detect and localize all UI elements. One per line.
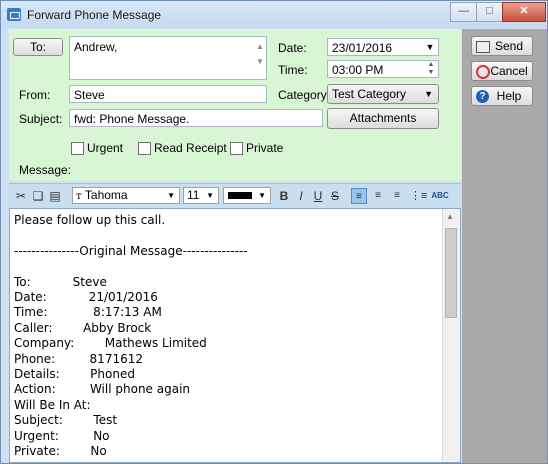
message-line: Urgent: No: [14, 428, 110, 443]
message-line: ---------------Original Message---------…: [14, 243, 248, 258]
bullet-list-icon[interactable]: ⋮≡: [410, 188, 427, 204]
font-size-chevron-icon: ▼: [206, 191, 214, 200]
message-editor[interactable]: Please follow up this call. ------------…: [9, 208, 461, 463]
close-icon[interactable]: ✕: [502, 2, 546, 22]
message-line: Phone: 8171612: [14, 351, 143, 366]
align-right-icon[interactable]: ≡: [389, 188, 405, 204]
align-left-icon[interactable]: ≡: [351, 188, 367, 204]
app-icon: [7, 8, 21, 21]
underline-button[interactable]: U: [311, 188, 325, 204]
message-line: [14, 259, 248, 274]
help-icon: ?: [476, 90, 489, 103]
font-color-select[interactable]: ▼: [223, 187, 271, 204]
scrollbar-thumb[interactable]: [445, 228, 457, 318]
category-value: Test Category: [332, 87, 407, 101]
send-label: Send: [494, 39, 524, 53]
send-icon: [476, 41, 490, 53]
message-line: Company: Mathews Limited: [14, 336, 207, 351]
italic-button[interactable]: I: [294, 188, 308, 204]
cancel-icon: [476, 65, 490, 79]
maximize-icon[interactable]: □: [476, 2, 503, 22]
time-spinner-icon[interactable]: ▲ ▼: [424, 61, 438, 77]
message-line: Time: 8:17:13 AM: [14, 305, 162, 320]
paste-icon[interactable]: ▤: [48, 188, 62, 204]
message-line: [14, 228, 248, 243]
scroll-up-arrow-icon[interactable]: ▲: [446, 212, 454, 221]
urgent-label: Urgent: [87, 141, 124, 155]
message-label: Message:: [19, 163, 72, 177]
date-label: Date:: [278, 41, 307, 55]
formatting-toolbar: ✂ ❏ ▤ т Tahoma ▼ 11 ▼ ▼ B I U S ≡ ≡ ≡ ⋮≡…: [9, 183, 461, 208]
category-select[interactable]: Test Category ▼: [327, 84, 439, 104]
font-name-chevron-icon: ▼: [167, 191, 175, 200]
time-field[interactable]: 03:00 PM: [327, 60, 439, 78]
help-button[interactable]: ? Help: [471, 86, 533, 106]
font-name-select[interactable]: т Tahoma ▼: [72, 187, 180, 204]
align-center-icon[interactable]: ≡: [370, 188, 386, 204]
strikethrough-button[interactable]: S: [328, 188, 342, 204]
subject-field[interactable]: fwd: Phone Message.: [69, 109, 323, 127]
time-label: Time:: [278, 63, 308, 77]
date-dropdown-icon[interactable]: ▼: [422, 39, 438, 55]
font-icon: т: [76, 191, 82, 202]
send-button[interactable]: Send: [471, 36, 533, 56]
cancel-label: Cancel: [490, 64, 528, 78]
scroll-up-icon[interactable]: ▲: [254, 39, 266, 54]
cancel-button[interactable]: Cancel: [471, 61, 533, 81]
message-line: Subject: Test: [14, 413, 118, 428]
message-body[interactable]: Please follow up this call. ------------…: [14, 213, 248, 460]
message-line: Date: 21/01/2016: [14, 290, 158, 305]
private-label: Private: [246, 141, 284, 155]
read-receipt-label: Read Receipt: [154, 141, 227, 155]
spellcheck-icon[interactable]: ABC: [431, 188, 449, 204]
from-field[interactable]: Steve: [69, 85, 267, 103]
message-line: Will Be In At:: [14, 397, 91, 412]
attachments-button[interactable]: Attachments: [327, 108, 439, 129]
help-label: Help: [496, 89, 522, 103]
message-line: Caller: Abby Brock: [14, 320, 152, 335]
from-label: From:: [19, 88, 51, 102]
category-label: Category:: [278, 88, 331, 102]
chevron-down-icon: ▼: [424, 89, 433, 99]
bold-button[interactable]: B: [277, 188, 291, 204]
to-field[interactable]: Andrew,: [69, 36, 267, 80]
minimize-icon[interactable]: —: [450, 2, 477, 22]
subject-label: Subject:: [19, 112, 63, 126]
font-name-value: Tahoma: [84, 188, 128, 202]
message-line: Please follow up this call.: [14, 213, 166, 227]
editor-scrollbar[interactable]: ▲: [442, 209, 460, 462]
to-scroll[interactable]: ▲ ▼: [254, 39, 266, 79]
window-title: Forward Phone Message: [27, 8, 162, 22]
action-panel: Send Cancel ? Help: [462, 29, 547, 463]
message-line: To: Steve: [14, 274, 107, 289]
font-size-select[interactable]: 11 ▼: [183, 187, 219, 204]
copy-icon[interactable]: ❏: [31, 188, 45, 204]
to-button[interactable]: To:: [13, 38, 63, 56]
urgent-checkbox[interactable]: [71, 142, 84, 155]
forward-phone-message-window: Forward Phone Message — □ ✕ To: Andrew, …: [0, 0, 548, 464]
message-line: Action: Will phone again: [14, 382, 191, 397]
cut-icon[interactable]: ✂: [14, 188, 28, 204]
read-receipt-checkbox[interactable]: [138, 142, 151, 155]
scroll-down-icon[interactable]: ▼: [254, 54, 266, 69]
message-header-form: To: Andrew, ▲ ▼ Date: 23/01/2016 ▼ Time:…: [9, 29, 461, 181]
font-color-chevron-icon: ▼: [258, 191, 266, 200]
color-swatch: [228, 192, 252, 199]
font-size-value: 11: [187, 188, 200, 202]
private-checkbox[interactable]: [230, 142, 243, 155]
message-line: Private: No: [14, 444, 107, 459]
title-bar: Forward Phone Message — □ ✕: [1, 1, 547, 28]
message-line: Details: Phoned: [14, 367, 135, 382]
